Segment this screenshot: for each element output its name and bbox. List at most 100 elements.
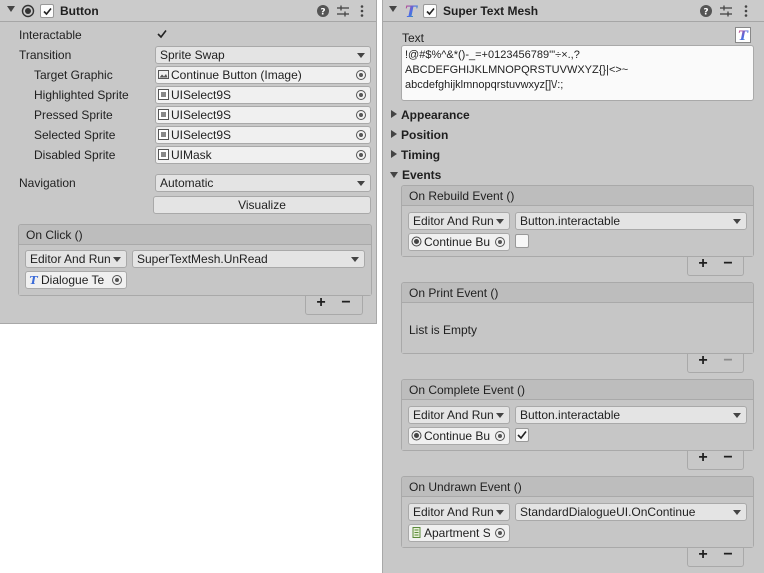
on-rebuild-event: On Rebuild Event () Editor And Run Butto… <box>401 185 754 257</box>
super-text-mesh-icon: T <box>28 274 39 287</box>
function-dropdown[interactable]: Button.interactable <box>515 406 747 424</box>
component-enabled-checkbox[interactable] <box>423 4 437 18</box>
target-object-field[interactable]: Continue Bu <box>408 233 510 251</box>
target-object-field[interactable]: Apartment S <box>408 524 510 542</box>
button-component-icon <box>21 4 35 18</box>
text-editor-icon[interactable]: T <box>735 27 751 44</box>
foldout-arrow-icon[interactable] <box>7 6 15 12</box>
button-component-panel: Button ? Interactable Transition Sprite … <box>0 0 377 324</box>
highlighted-sprite-field[interactable]: UISelect9S <box>155 86 371 104</box>
object-picker-icon[interactable] <box>356 130 366 140</box>
on-complete-header: On Complete Event () <box>402 380 753 400</box>
runtime-dropdown[interactable]: Editor And Run <box>408 503 510 521</box>
text-label: Text <box>402 31 425 45</box>
target-object-field[interactable]: T Dialogue Te <box>25 271 127 289</box>
interactable-label: Interactable <box>19 28 82 42</box>
on-print-header: On Print Event () <box>402 283 753 303</box>
transition-dropdown[interactable]: Sprite Swap <box>155 46 371 64</box>
component-title: Button <box>60 4 99 18</box>
target-graphic-field[interactable]: Continue Button (Image) <box>155 66 371 84</box>
object-picker-icon[interactable] <box>112 275 122 285</box>
preset-settings-icon[interactable] <box>336 4 350 18</box>
object-picker-icon[interactable] <box>356 90 366 100</box>
component-enabled-checkbox[interactable] <box>40 4 54 18</box>
navigation-dropdown[interactable]: Automatic <box>155 174 371 192</box>
on-rebuild-body: Editor And Run Button.interactable Conti… <box>402 206 753 256</box>
remove-listener-button[interactable]: − <box>720 449 736 467</box>
preset-settings-icon[interactable] <box>719 4 733 18</box>
chevron-right-icon <box>391 150 397 158</box>
events-label: Events <box>402 168 442 182</box>
remove-listener-button[interactable]: − <box>720 546 736 564</box>
add-listener-button[interactable]: + <box>695 352 711 370</box>
on-print-footer: + − <box>687 352 744 373</box>
help-icon[interactable]: ? <box>316 4 330 18</box>
function-value: Button.interactable <box>520 408 621 422</box>
object-picker-icon[interactable] <box>356 110 366 120</box>
events-foldout[interactable]: Events <box>390 168 441 182</box>
function-value: Button.interactable <box>520 214 621 228</box>
image-icon <box>158 69 169 80</box>
on-rebuild-footer: + − <box>687 255 744 276</box>
button-component-header[interactable]: Button ? <box>0 0 376 22</box>
bool-argument-checkbox[interactable] <box>515 428 529 442</box>
chevron-down-icon <box>733 510 741 515</box>
help-icon[interactable]: ? <box>699 4 713 18</box>
on-click-event: On Click () Editor And Run SuperTextMesh… <box>18 224 372 296</box>
target-object-field[interactable]: Continue Bu <box>408 427 510 445</box>
function-value: SuperTextMesh.UnRead <box>137 252 268 266</box>
chevron-down-icon <box>496 510 504 515</box>
function-dropdown[interactable]: SuperTextMesh.UnRead <box>132 250 365 268</box>
chevron-down-icon <box>733 413 741 418</box>
runtime-dropdown[interactable]: Editor And Run <box>408 212 510 230</box>
on-print-body: List is Empty <box>402 303 753 353</box>
text-line: !@#$%^&*()-_=+0123456789'"÷×.,? <box>405 49 580 61</box>
object-picker-icon[interactable] <box>356 70 366 80</box>
bool-argument-checkbox[interactable] <box>515 234 529 248</box>
object-picker-icon[interactable] <box>356 150 366 160</box>
remove-listener-button[interactable]: − <box>720 352 736 370</box>
appearance-foldout[interactable]: Appearance <box>391 108 470 122</box>
text-input-area[interactable]: !@#$%^&*()-_=+0123456789'"÷×.,? ABCDEFGHI… <box>401 45 754 101</box>
remove-listener-button[interactable]: − <box>720 255 736 273</box>
remove-listener-button[interactable]: − <box>338 294 354 312</box>
chevron-down-icon <box>496 413 504 418</box>
svg-text:T: T <box>405 2 418 20</box>
context-menu-icon[interactable] <box>355 4 369 18</box>
super-text-mesh-panel: T Super Text Mesh ? Text T !@#$%^&*()-_=… <box>382 0 764 573</box>
chevron-down-icon <box>496 219 504 224</box>
object-picker-icon[interactable] <box>495 528 505 538</box>
component-title: Super Text Mesh <box>443 4 539 18</box>
timing-foldout[interactable]: Timing <box>391 148 440 162</box>
text-line: abcdefghijklmnopqrstuvwxyz[]\/:; <box>405 79 564 91</box>
button-icon <box>411 430 422 441</box>
script-icon <box>411 527 422 538</box>
add-listener-button[interactable]: + <box>313 294 329 312</box>
runtime-dropdown[interactable]: Editor And Run <box>408 406 510 424</box>
runtime-dropdown[interactable]: Editor And Run <box>25 250 127 268</box>
on-click-body: Editor And Run SuperTextMesh.UnRead T Dia… <box>19 245 371 295</box>
object-picker-icon[interactable] <box>495 237 505 247</box>
selected-sprite-field[interactable]: UISelect9S <box>155 126 371 144</box>
position-label: Position <box>401 128 449 142</box>
pressed-sprite-field[interactable]: UISelect9S <box>155 106 371 124</box>
interactable-checkbox[interactable] <box>155 27 169 41</box>
pressed-sprite-value: UISelect9S <box>171 108 232 122</box>
super-text-mesh-header[interactable]: T Super Text Mesh ? <box>383 0 764 22</box>
chevron-right-icon <box>391 110 397 118</box>
on-rebuild-header: On Rebuild Event () <box>402 186 753 206</box>
navigation-label: Navigation <box>19 176 76 190</box>
on-print-event: On Print Event () List is Empty <box>401 282 754 354</box>
add-listener-button[interactable]: + <box>695 546 711 564</box>
function-dropdown[interactable]: StandardDialogueUI.OnContinue <box>515 503 747 521</box>
add-listener-button[interactable]: + <box>695 255 711 273</box>
svg-text:T: T <box>738 29 749 42</box>
add-listener-button[interactable]: + <box>695 449 711 467</box>
object-picker-icon[interactable] <box>495 431 505 441</box>
disabled-sprite-field[interactable]: UIMask <box>155 146 371 164</box>
position-foldout[interactable]: Position <box>391 128 448 142</box>
context-menu-icon[interactable] <box>739 4 753 18</box>
foldout-arrow-icon[interactable] <box>389 6 397 12</box>
visualize-button[interactable]: Visualize <box>153 196 371 214</box>
function-dropdown[interactable]: Button.interactable <box>515 212 747 230</box>
